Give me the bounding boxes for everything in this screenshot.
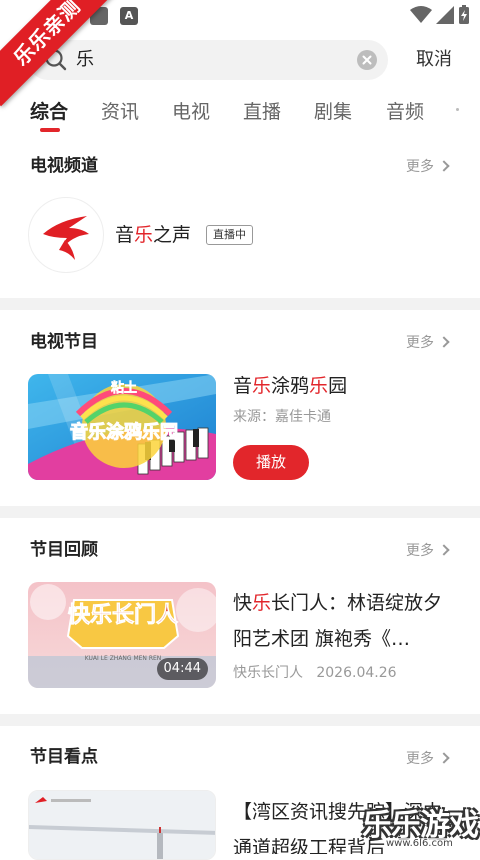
thumb-title-top: 粘土 (110, 380, 137, 396)
chevron-right-icon (438, 752, 450, 764)
tab-all[interactable]: 综合 (30, 98, 68, 126)
more-link-tv-programs[interactable]: 更多 (406, 333, 450, 353)
more-link-highlights[interactable]: 更多 (406, 749, 450, 769)
cancel-button[interactable]: 取消 (408, 46, 460, 74)
a-notification-icon: A (120, 7, 138, 25)
more-link-tv-channels[interactable]: 更多 (406, 157, 450, 177)
program-title-part: 音 (233, 375, 253, 397)
section-title-highlights: 节目看点 (30, 747, 98, 767)
program-title[interactable]: 音乐涂鸦乐园 (233, 373, 347, 399)
program-title-highlight: 乐 (252, 375, 272, 397)
review-title[interactable]: 快乐长门人：林语绽放夕阳艺术团 旗袍秀《… (233, 585, 453, 657)
watermark-url: www.6l6.com (386, 838, 453, 849)
guangdong-tv-logo-icon (43, 216, 89, 260)
thumb-title-main: 音乐涂鸦乐园 (70, 421, 178, 443)
cartoon-thumbnail-image: 粘土 音乐涂鸦乐园 (28, 374, 216, 480)
section-divider (0, 714, 480, 726)
program-title-part: 涂鸦 (271, 375, 310, 397)
review-meta: 快乐长门人 2026.04.26 (233, 662, 397, 684)
more-label: 更多 (406, 543, 434, 559)
tabs-overflow-indicator (456, 108, 459, 111)
program-source: 来源：嘉佳卡通 (233, 409, 331, 425)
thumb-show-title: 快乐长门人 (68, 602, 178, 628)
channel-name[interactable]: 音乐之声 (115, 222, 191, 248)
wifi-icon (410, 6, 432, 23)
review-title-part: 快 (233, 592, 253, 614)
play-button[interactable]: 播放 (233, 445, 309, 480)
highlight-thumbnail[interactable] (28, 790, 216, 860)
battery-icon (459, 5, 469, 24)
signal-icon (436, 6, 454, 24)
tab-audio[interactable]: 音频 (386, 98, 424, 126)
clear-icon[interactable] (357, 50, 377, 70)
more-label: 更多 (406, 159, 434, 175)
site-watermark: 乐乐游戏 www.6l6.com (362, 800, 480, 854)
review-thumbnail[interactable]: 快乐长门人 KUAI LE ZHANG MEN REN 04:44 (28, 582, 216, 688)
channel-name-part: 之声 (153, 224, 192, 246)
chevron-right-icon (438, 544, 450, 556)
tab-live[interactable]: 直播 (243, 98, 281, 126)
tab-series[interactable]: 剧集 (314, 98, 352, 126)
live-badge: 直播中 (206, 225, 253, 245)
tab-news[interactable]: 资讯 (101, 98, 139, 126)
chevron-right-icon (438, 336, 450, 348)
review-date: 2026.04.26 (316, 665, 397, 681)
thumb-show-subtitle: KUAI LE ZHANG MEN REN (85, 655, 162, 662)
more-link-program-review[interactable]: 更多 (406, 541, 450, 561)
section-divider (0, 298, 480, 310)
section-title-program-review: 节目回顾 (30, 540, 98, 560)
more-label: 更多 (406, 335, 434, 351)
category-tabs: 综合 资讯 电视 直播 剧集 音频 (0, 92, 480, 136)
section-title-tv-programs: 电视节目 (30, 332, 98, 352)
channel-name-part: 音 (115, 224, 135, 246)
review-title-highlight: 乐 (252, 592, 272, 614)
video-duration: 04:44 (156, 658, 208, 680)
review-channel: 快乐长门人 (233, 665, 303, 681)
tab-tv[interactable]: 电视 (172, 98, 210, 126)
chevron-right-icon (438, 160, 450, 172)
section-title-tv-channels: 电视频道 (30, 156, 98, 176)
more-label: 更多 (406, 751, 434, 767)
active-tab-indicator (40, 128, 60, 132)
search-input[interactable]: 乐 (76, 40, 94, 80)
section-divider (0, 506, 480, 518)
channel-name-highlight: 乐 (134, 224, 154, 246)
channel-logo[interactable] (28, 197, 104, 273)
program-thumbnail[interactable]: 粘土 音乐涂鸦乐园 (28, 374, 216, 480)
program-title-highlight: 乐 (309, 375, 329, 397)
search-bar[interactable]: 乐 (28, 40, 388, 80)
program-title-part: 园 (328, 375, 348, 397)
bridge-thumbnail-image (29, 791, 215, 859)
